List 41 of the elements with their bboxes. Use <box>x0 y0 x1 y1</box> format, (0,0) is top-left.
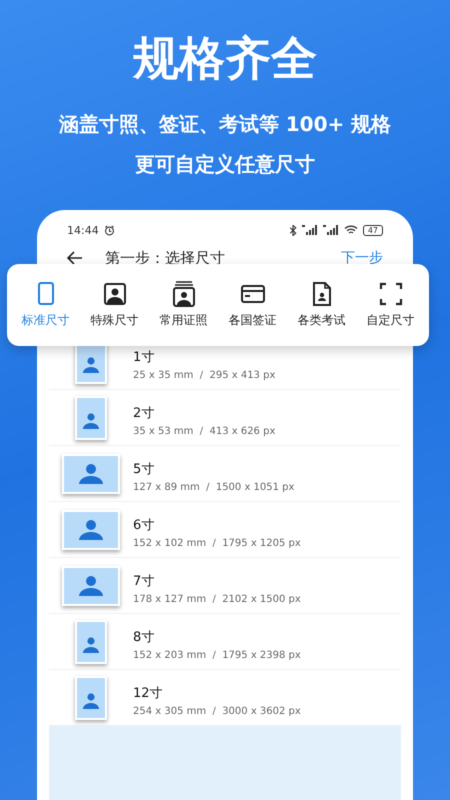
size-spec: 254 x 305 mm / 3000 x 3602 px <box>133 706 301 717</box>
size-name: 12寸 <box>133 685 164 702</box>
landscape-thumbnail-icon <box>62 566 120 606</box>
portrait-thumbnail-icon <box>75 396 107 440</box>
status-time: 14:44 <box>67 224 99 236</box>
size-spec: 25 x 35 mm / 295 x 413 px <box>133 370 276 381</box>
signal-icon <box>322 225 339 235</box>
battery-level: 47 <box>362 224 383 236</box>
size-name: 1寸 <box>133 349 156 366</box>
landscape-thumbnail-icon <box>62 454 120 494</box>
wifi-icon <box>344 225 358 235</box>
subtitle: 涵盖寸照、签证、考试等 100+ 规格 <box>58 111 392 138</box>
headline: 规格齐全 <box>133 30 317 87</box>
size-spec: 152 x 102 mm / 1795 x 1205 px <box>133 538 301 549</box>
size-spec: 152 x 203 mm / 1795 x 2398 px <box>133 650 301 661</box>
category-tab[interactable]: 常用证照 <box>150 281 218 329</box>
back-arrow-icon[interactable] <box>67 251 83 265</box>
size-name: 5寸 <box>133 461 156 478</box>
subtitle: 更可自定义任意尺寸 <box>135 151 315 178</box>
frame-icon <box>378 281 402 307</box>
size-spec: 127 x 89 mm / 1500 x 1051 px <box>133 482 294 493</box>
alarm-icon <box>104 224 115 236</box>
bluetooth-icon <box>288 224 297 236</box>
category-tab[interactable]: 特殊尺寸 <box>80 281 148 329</box>
category-tab[interactable]: 自定尺寸 <box>356 281 424 329</box>
id-photo-icon <box>172 281 196 307</box>
category-tab[interactable]: 各国签证 <box>218 281 286 329</box>
portrait-thumbnail-icon <box>75 676 107 720</box>
category-tab[interactable]: 标准尺寸 <box>12 281 80 329</box>
signal-icon <box>302 225 318 235</box>
portrait-icon <box>102 281 126 307</box>
size-name: 2寸 <box>133 405 156 422</box>
size-name: 7寸 <box>133 573 156 590</box>
next-step-link[interactable]: 下一步 <box>341 249 383 267</box>
landscape-thumbnail-icon <box>62 510 120 550</box>
size-name: 6寸 <box>133 517 156 534</box>
portrait-thumbnail-icon <box>75 620 107 664</box>
category-tab[interactable]: 各类考试 <box>288 281 356 329</box>
size-spec: 35 x 53 mm / 413 x 626 px <box>133 426 276 437</box>
size-name: 8寸 <box>133 629 156 646</box>
size-spec: 178 x 127 mm / 2102 x 1500 px <box>133 594 301 605</box>
